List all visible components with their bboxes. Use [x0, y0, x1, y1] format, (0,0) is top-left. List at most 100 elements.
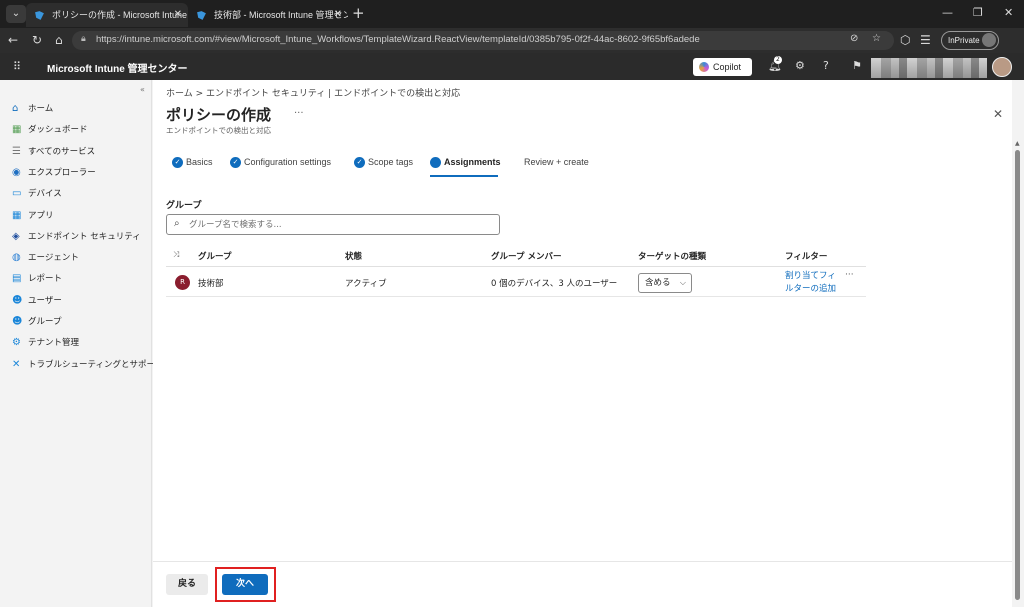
- feedback-icon[interactable]: ⚑: [852, 59, 862, 72]
- sidebar-item-label: ユーザー: [28, 295, 62, 306]
- sidebar-item[interactable]: ☻ ユーザー: [12, 294, 148, 312]
- extensions-icon[interactable]: ⬡: [900, 33, 910, 47]
- home-icon[interactable]: ⌂: [55, 33, 63, 47]
- step-complete-check-icon: ✓: [172, 157, 183, 168]
- user-account-blurred[interactable]: [871, 58, 987, 78]
- app-header: ⠿ Microsoft Intune 管理センター Copilot 🔔︎ 2 ⚙…: [0, 53, 1024, 80]
- dashboard-icon: ▦: [12, 124, 22, 136]
- sidebar-item-label: レポート: [28, 274, 63, 285]
- sidebar-item-label: デバイス: [28, 189, 62, 200]
- scroll-up-icon[interactable]: ▲: [1015, 140, 1020, 147]
- page-scrollbar[interactable]: ▲: [1012, 80, 1024, 607]
- col-header-members[interactable]: グループ メンバー: [491, 250, 561, 262]
- active-step-underline: [430, 175, 498, 177]
- step-configuration-settings[interactable]: ✓ Configuration settings: [230, 156, 331, 169]
- group-avatar: R: [175, 275, 190, 290]
- col-header-target-type[interactable]: ターゲットの種類: [638, 250, 706, 262]
- sidebar-collapse-icon[interactable]: «: [140, 85, 145, 94]
- explorer-icon: ◉: [12, 166, 21, 178]
- back-button[interactable]: 戻る: [166, 574, 208, 595]
- step-scope-tags[interactable]: ✓ Scope tags: [354, 156, 413, 169]
- tab-actions-chevron-icon[interactable]: ⌄: [6, 5, 26, 23]
- browser-tab-active[interactable]: ポリシーの作成 - Microsoft Intune 管理センター ✕: [26, 3, 188, 27]
- sidebar-item[interactable]: ▦ アプリ: [12, 209, 148, 227]
- next-button[interactable]: 次へ: [222, 574, 268, 595]
- group-search-box[interactable]: ⌕: [166, 214, 500, 235]
- window-close-icon[interactable]: ✕: [1004, 6, 1013, 19]
- sidebar-item[interactable]: ⌂ ホーム: [12, 102, 148, 120]
- address-bar-row: ← ↻ ⌂ 🔒︎ https://intune.microsoft.com/#v…: [0, 28, 1024, 53]
- close-panel-icon[interactable]: ✕: [993, 107, 1003, 121]
- url-text: https://intune.microsoft.com/#view/Micro…: [96, 34, 700, 45]
- table-header: ⤨ グループ 状態 グループ メンバー ターゲットの種類 フィルター: [166, 246, 866, 267]
- url-field[interactable]: 🔒︎ https://intune.microsoft.com/#view/Mi…: [72, 31, 894, 50]
- app-launcher-icon[interactable]: ⠿: [13, 60, 21, 73]
- sidebar-item-label: すべてのサービス: [28, 146, 96, 157]
- add-filter-link[interactable]: 割り当てフィルターの追加: [785, 270, 841, 296]
- sidebar-item[interactable]: ◈ エンドポイント セキュリティ: [12, 230, 148, 248]
- sidebar-item-label: トラブルシューティングとサポート: [28, 359, 164, 370]
- users-icon: ☻: [12, 294, 23, 306]
- sidebar-item-label: グループ: [28, 317, 62, 327]
- minimize-icon[interactable]: —: [942, 6, 953, 19]
- title-more-icon[interactable]: ···: [294, 108, 304, 119]
- sidebar-item-label: エンドポイント セキュリティ: [28, 231, 141, 242]
- wizard-footer: 戻る 次へ: [153, 561, 1012, 607]
- sidebar-item[interactable]: ▦ ダッシュボード: [12, 123, 148, 141]
- browser-tab-bar: ⌄ ポリシーの作成 - Microsoft Intune 管理センター ✕ 技術…: [0, 0, 1024, 28]
- inprivate-badge[interactable]: InPrivate: [941, 31, 999, 50]
- apps-icon: ▦: [12, 209, 22, 221]
- sidebar-item[interactable]: ▤ レポート: [12, 272, 148, 290]
- breadcrumb[interactable]: ホーム > エンドポイント セキュリティ | エンドポイントでの検出と対応: [166, 86, 460, 99]
- sort-icon[interactable]: ⤨: [173, 250, 179, 260]
- wizard-panel: ホーム > エンドポイント セキュリティ | エンドポイントでの検出と対応 ポリ…: [153, 80, 1012, 607]
- maximize-icon[interactable]: ❐: [973, 6, 983, 19]
- col-header-group[interactable]: グループ: [198, 250, 232, 262]
- step-complete-check-icon: ✓: [230, 157, 241, 168]
- sidebar-item-label: エクスプローラー: [28, 167, 96, 178]
- help-icon[interactable]: ?: [823, 59, 829, 72]
- sidebar-item[interactable]: ◉ エクスプローラー: [12, 166, 148, 184]
- app-title[interactable]: Microsoft Intune 管理センター: [47, 60, 188, 75]
- new-tab-icon[interactable]: +: [352, 4, 365, 22]
- tab-title: ポリシーの作成 - Microsoft Intune 管理センター: [52, 10, 188, 20]
- chevron-down-icon: ⌵: [679, 278, 686, 287]
- back-icon[interactable]: ←: [8, 33, 18, 47]
- refresh-icon[interactable]: ↻: [32, 33, 42, 47]
- col-header-status[interactable]: 状態: [345, 250, 362, 262]
- page-subtitle: エンドポイントでの検出と対応: [166, 126, 271, 135]
- group-search-input[interactable]: [189, 217, 489, 232]
- sidebar-item[interactable]: ⚙ テナント管理: [12, 336, 148, 354]
- troubleshoot-icon: ✕: [12, 358, 21, 370]
- row-more-icon[interactable]: ···: [845, 270, 854, 280]
- agents-icon: ◍: [12, 252, 21, 264]
- sidebar-item[interactable]: ☰ すべてのサービス: [12, 145, 148, 163]
- sidebar-item[interactable]: ◍ エージェント: [12, 251, 148, 269]
- tracking-icon[interactable]: ⊘: [850, 33, 858, 44]
- tab-close-icon[interactable]: ✕: [334, 3, 342, 27]
- endpoint-security-icon: ◈: [12, 230, 20, 242]
- profile-avatar: [982, 33, 996, 47]
- sidebar-item[interactable]: ✕ トラブルシューティングとサポート: [12, 358, 164, 376]
- devices-icon: ▭: [12, 188, 22, 200]
- tab-close-icon[interactable]: ✕: [174, 3, 182, 27]
- copilot-button[interactable]: Copilot: [693, 58, 752, 76]
- scroll-thumb[interactable]: [1015, 150, 1020, 600]
- sidebar-item[interactable]: ☻ グループ: [12, 315, 148, 333]
- col-header-filter[interactable]: フィルター: [785, 250, 827, 262]
- target-type-dropdown[interactable]: 含める ⌵: [638, 273, 692, 293]
- user-avatar[interactable]: [992, 57, 1012, 77]
- search-icon: ⌕: [174, 218, 180, 229]
- sidebar-item[interactable]: ▭ デバイス: [12, 187, 148, 205]
- step-review-create[interactable]: Review + create: [510, 156, 589, 169]
- browser-tab-inactive[interactable]: 技術部 - Microsoft Intune 管理センター ✕: [188, 3, 348, 27]
- settings-gear-icon[interactable]: ⚙: [795, 59, 805, 72]
- target-type-value: 含める: [645, 278, 671, 288]
- favorite-star-icon[interactable]: ☆: [872, 33, 881, 44]
- step-assignments[interactable]: Assignments: [430, 156, 501, 169]
- favorites-icon[interactable]: ☰: [920, 33, 931, 47]
- copilot-label: Copilot: [713, 62, 742, 72]
- group-members: 0 個のデバイス、3 人のユーザー: [491, 279, 618, 289]
- step-basics[interactable]: ✓ Basics: [172, 156, 213, 169]
- step-current-icon: [430, 157, 441, 168]
